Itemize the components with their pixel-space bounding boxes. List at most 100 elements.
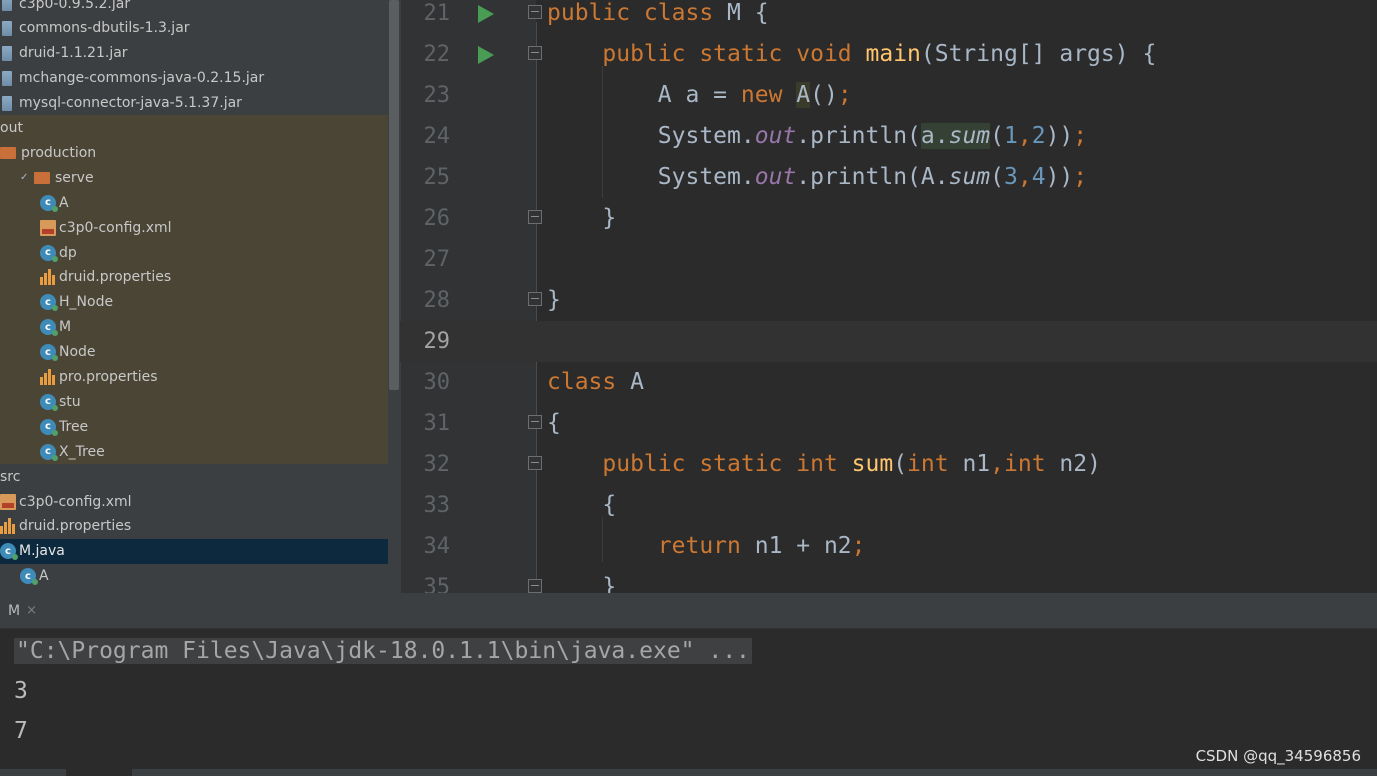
code-token: new (740, 82, 797, 108)
fold-icon[interactable] (528, 292, 542, 306)
code-text: { (547, 485, 616, 526)
tree-item-label: serve (55, 169, 94, 186)
tree-item[interactable]: druid.properties (0, 514, 400, 539)
line-number: 25 (423, 165, 451, 190)
code-token: public static void (602, 41, 866, 67)
code-line[interactable]: 24 System.out.println(a.sum(1,2)); (400, 116, 1377, 157)
tree-item[interactable]: c3p0-config.xml (0, 215, 400, 240)
code-line[interactable]: 35 } (400, 567, 1377, 593)
watermark: CSDN @qq_34596856 (1195, 747, 1361, 765)
code-line[interactable]: 32 public static int sum(int n1,int n2) (400, 444, 1377, 485)
code-line[interactable]: 21 public class M { (400, 0, 1377, 34)
code-line[interactable]: 26 } (400, 198, 1377, 239)
tree-item[interactable]: c X_Tree (0, 439, 400, 464)
code-token: 2 (1031, 123, 1046, 149)
code-line[interactable]: 31 { (400, 403, 1377, 444)
tree-item-label: H_Node (59, 294, 114, 311)
code-line[interactable]: 25 System.out.println(A.sum(3,4)); (400, 157, 1377, 198)
tree-item[interactable]: c3p0-config.xml (0, 489, 400, 514)
tree-item[interactable]: c stu (0, 389, 400, 414)
tree-item[interactable]: cA (0, 564, 400, 589)
tree-item[interactable]: mchange-commons-java-0.2.15.jar (0, 66, 400, 91)
tree-item[interactable]: c dp (0, 240, 400, 265)
fold-icon[interactable] (528, 5, 542, 19)
code-token: int (907, 451, 963, 477)
tree-item-label: commons-dbutils-1.3.jar (19, 20, 190, 37)
tree-item[interactable]: druid.properties (0, 265, 400, 290)
code-token: 1 (1004, 123, 1018, 149)
code-token: out (754, 123, 797, 149)
fold-icon[interactable] (528, 210, 542, 224)
code-token: sum (948, 123, 991, 149)
tree-item[interactable]: commons-dbutils-1.3.jar (0, 16, 400, 41)
tree-item[interactable]: ✓ serve (0, 165, 400, 190)
fold-icon[interactable] (528, 579, 542, 593)
code-text: class A (547, 362, 644, 403)
tree-item[interactable]: c Tree (0, 414, 400, 439)
code-token: ( (893, 451, 908, 477)
code-token: , (1017, 164, 1032, 190)
run-icon[interactable] (478, 5, 494, 23)
java-class-icon: c (0, 543, 18, 561)
fold-icon[interactable] (528, 456, 542, 470)
tree-item[interactable]: src (0, 464, 400, 489)
code-token: A (796, 82, 811, 108)
code-token: .println(A. (796, 164, 949, 190)
tree-item[interactable]: cM (0, 315, 400, 340)
code-line[interactable]: 30 class A (400, 362, 1377, 403)
tree-item[interactable]: c3p0-0.9.5.2.jar (0, 0, 400, 16)
project-tree: c3p0-0.9.5.2.jar commons-dbutils-1.3.jar d… (0, 0, 400, 593)
code-text: } (547, 567, 616, 593)
code-line[interactable]: 29 (400, 321, 1377, 362)
line-number: 34 (423, 534, 451, 559)
code-text: public static void main(String[] args) { (547, 34, 1156, 75)
code-token: } (547, 205, 617, 231)
tree-item-label: c3p0-0.9.5.2.jar (19, 0, 131, 12)
code-editor[interactable]: 21 public class M {22 public static void … (400, 0, 1377, 593)
tree-item[interactable]: out (0, 116, 400, 141)
line-number: 29 (423, 329, 451, 354)
code-text: } (547, 280, 561, 321)
code-token: () (810, 82, 838, 108)
code-token: sum (851, 451, 894, 477)
line-number: 21 (423, 1, 451, 26)
close-icon[interactable]: × (26, 603, 37, 618)
tree-item[interactable]: c H_Node (0, 290, 400, 315)
console-command-line[interactable]: "C:\Program Files\Java\jdk-18.0.1.1\bin\… (14, 631, 752, 671)
code-token: n2) (1059, 451, 1101, 477)
line-number: 27 (423, 247, 451, 272)
tree-item-label: druid-1.1.21.jar (19, 45, 128, 62)
code-line[interactable]: 27 (400, 239, 1377, 280)
tree-item[interactable]: c Node (0, 340, 400, 365)
tree-item[interactable]: mysql-connector-java-5.1.37.jar (0, 91, 400, 116)
fold-icon[interactable] (528, 415, 542, 429)
code-line[interactable]: 33 { (400, 485, 1377, 526)
code-text: A a = new A(); (547, 75, 852, 116)
code-text: System.out.println(A.sum(3,4)); (547, 157, 1087, 198)
run-tab-m[interactable]: M × (0, 593, 45, 628)
tree-item[interactable]: production (0, 140, 400, 165)
jar-icon (2, 45, 12, 61)
code-line[interactable]: 23 A a = new A(); (400, 75, 1377, 116)
chevron-down-icon[interactable]: ✓ (20, 172, 30, 183)
java-class-icon: c (40, 194, 58, 212)
tree-item[interactable]: c M.java (0, 538, 400, 564)
horizontal-scrollbar[interactable] (0, 769, 1377, 776)
project-tree-scrollbar[interactable] (388, 0, 400, 593)
code-line[interactable]: 28} (400, 280, 1377, 321)
tree-item[interactable]: pro.properties (0, 365, 400, 390)
run-icon[interactable] (478, 46, 494, 64)
code-token: , (990, 451, 1004, 477)
properties-file-icon (40, 369, 56, 385)
scrollbar-thumb[interactable] (389, 0, 399, 390)
code-line[interactable]: 22 public static void main(String[] args… (400, 34, 1377, 75)
tree-item-label: mchange-commons-java-0.2.15.jar (19, 70, 265, 87)
code-token: } (547, 574, 617, 593)
code-token: 4 (1031, 164, 1046, 190)
code-token: System. (547, 123, 755, 149)
tree-item[interactable]: cA (0, 190, 400, 215)
tree-item[interactable]: druid-1.1.21.jar (0, 41, 400, 66)
jar-icon (2, 20, 12, 36)
fold-icon[interactable] (528, 46, 542, 60)
code-line[interactable]: 34 return n1 + n2; (400, 526, 1377, 567)
